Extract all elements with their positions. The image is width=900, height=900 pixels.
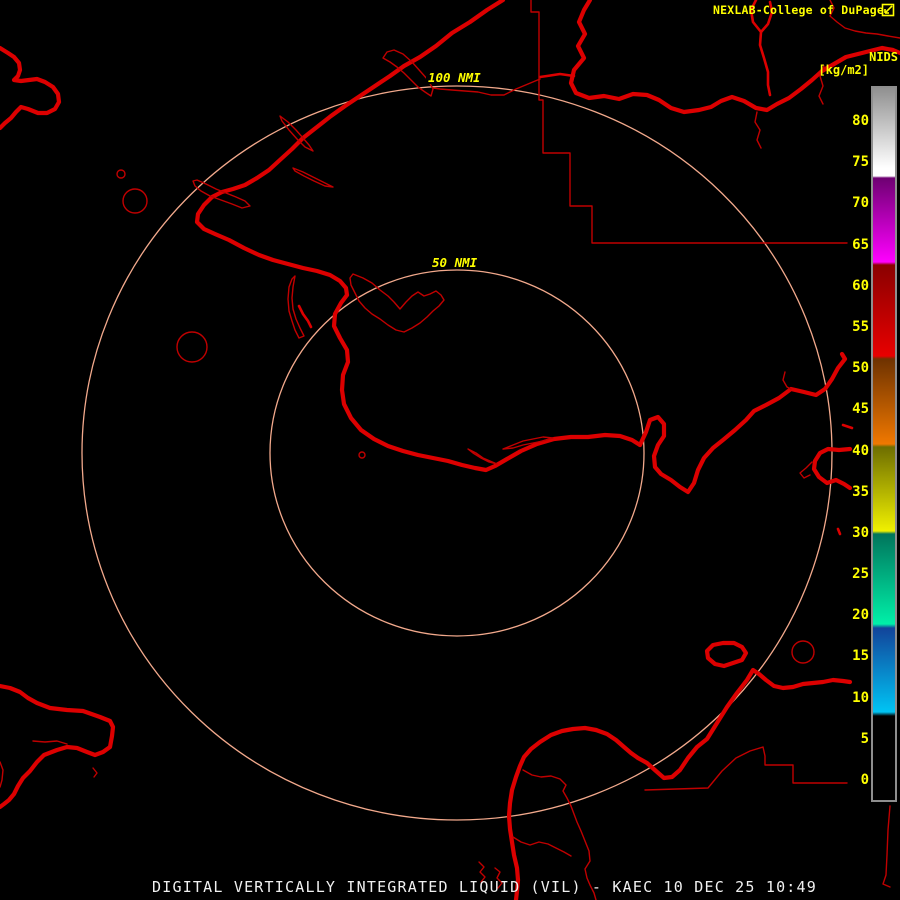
map-circle-feature [176, 331, 208, 363]
map-outline [538, 72, 576, 79]
map-outline [287, 275, 305, 339]
map-circle-feature [791, 640, 815, 664]
site-brand: NEXLAB-College of DuPage [713, 3, 884, 17]
map-outline [644, 746, 848, 791]
colorbar-tick-label: 25 [852, 566, 869, 582]
map-outline [349, 273, 445, 333]
map-outline [467, 448, 498, 465]
colorbar-gradient [873, 88, 895, 800]
colorbar-tick-label: 65 [852, 237, 869, 253]
map-outline [841, 423, 854, 430]
colorbar-tick-label: 75 [852, 154, 869, 170]
colorbar-title: NIDS [869, 50, 898, 64]
colorbar-tick-label: 15 [852, 648, 869, 664]
dupage-logo-icon [881, 3, 895, 17]
map-outline [292, 167, 334, 188]
colorbar-tick-label: 0 [860, 772, 869, 788]
colorbar-tick-label: 70 [852, 195, 869, 211]
product-caption: DIGITAL VERTICALLY INTEGRATED LIQUID (VI… [152, 878, 817, 896]
map-outline [704, 640, 749, 669]
colorbar-tick-label: 45 [852, 401, 869, 417]
range-ring [269, 269, 645, 637]
colorbar-tick-label: 50 [852, 360, 869, 376]
colorbar-tick-label: 30 [852, 525, 869, 541]
colorbar-tick-label: 20 [852, 607, 869, 623]
map-outline [32, 740, 68, 745]
colorbar [871, 86, 897, 802]
map-circle-feature [358, 451, 366, 459]
colorbar-tick-label: 10 [852, 690, 869, 706]
map-outline [0, 683, 116, 810]
colorbar-tick-label: 35 [852, 484, 869, 500]
map-circle-feature [116, 169, 126, 179]
map-outline [754, 111, 762, 149]
map-circle-feature [122, 188, 148, 214]
colorbar-tick-label: 40 [852, 443, 869, 459]
map-outline [530, 0, 848, 244]
range-ring-label-50nmi: 50 NMI [430, 255, 480, 270]
range-ring-label-100nmi: 100 NMI [426, 70, 483, 85]
map-outline [0, 45, 62, 131]
map-outline [331, 292, 643, 473]
map-outline [92, 767, 98, 778]
map-outline [782, 371, 792, 390]
map-outline [512, 836, 572, 857]
colorbar-units: [kg/m2] [818, 63, 869, 77]
map-outline [882, 805, 891, 888]
map-outline [836, 527, 842, 536]
colorbar-tick-label: 5 [860, 731, 869, 747]
range-ring [81, 85, 833, 821]
colorbar-tick-label: 60 [852, 278, 869, 294]
colorbar-tick-label: 55 [852, 319, 869, 335]
map-outline [0, 761, 4, 788]
map-outline [194, 0, 506, 298]
map-outline [297, 304, 313, 329]
radar-map-canvas [0, 0, 900, 900]
colorbar-tick-label: 80 [852, 113, 869, 129]
map-outline [593, 667, 853, 781]
radar-display: NEXLAB-College of DuPage NIDS [kg/m2] 10… [0, 0, 900, 900]
map-outline [799, 461, 813, 479]
map-outline [758, 30, 772, 97]
